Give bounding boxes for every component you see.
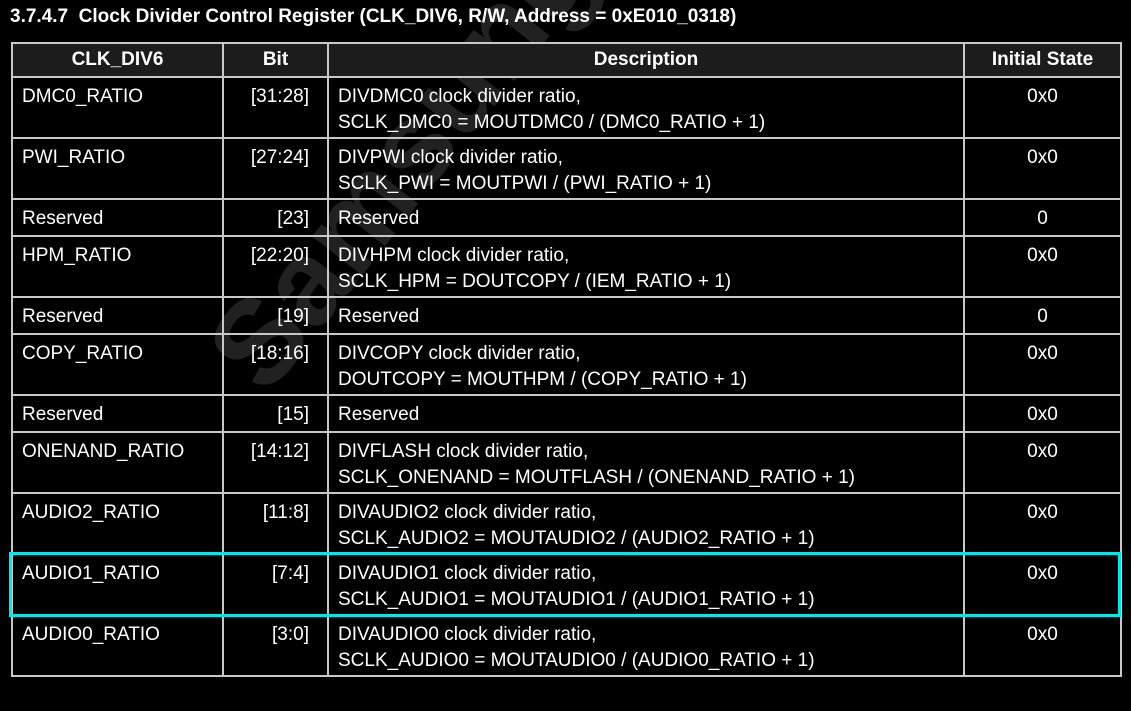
description: DIVDMC0 clock divider ratio, SCLK_DMC0 = …	[327, 76, 965, 139]
bit-range: [27:24]	[222, 137, 329, 200]
description-line-1: DIVFLASH clock divider ratio,	[338, 441, 589, 462]
bit-range: [15]	[222, 394, 329, 433]
field-name: PWI_RATIO	[11, 137, 224, 200]
field-name: DMC0_RATIO	[11, 76, 224, 139]
header-initial-state: Initial State	[963, 42, 1122, 78]
field-name: ONENAND_RATIO	[11, 431, 224, 494]
description-line-1: Reserved	[338, 306, 420, 327]
initial-state: 0x0	[963, 76, 1122, 139]
description: DIVAUDIO1 clock divider ratio, SCLK_AUDIO…	[327, 553, 965, 616]
initial-state: 0x0	[963, 235, 1122, 298]
table-row: AUDIO2_RATIO [11:8] DIVAUDIO2 clock divi…	[11, 492, 1122, 555]
table-row: COPY_RATIO [18:16] DIVCOPY clock divider…	[11, 333, 1122, 396]
bit-range: [14:12]	[222, 431, 329, 494]
table-row: Reserved [15] Reserved 0x0	[11, 394, 1122, 433]
table-row: Reserved [23] Reserved 0	[11, 198, 1122, 237]
table-header: CLK_DIV6 Bit Description Initial State	[11, 42, 1122, 78]
description-line-1: DIVAUDIO1 clock divider ratio,	[338, 563, 597, 584]
description-line-2: SCLK_AUDIO1 = MOUTAUDIO1 / (AUDIO1_RATIO…	[338, 589, 815, 610]
table-row: PWI_RATIO [27:24] DIVPWI clock divider r…	[11, 137, 1122, 200]
bit-range: [3:0]	[222, 614, 329, 677]
table-row: ONENAND_RATIO [14:12] DIVFLASH clock div…	[11, 431, 1122, 494]
bit-range: [18:16]	[222, 333, 329, 396]
description: DIVPWI clock divider ratio, SCLK_PWI = MO…	[327, 137, 965, 200]
description-line-2: SCLK_AUDIO0 = MOUTAUDIO0 / (AUDIO0_RATIO…	[338, 650, 815, 671]
field-name: Reserved	[11, 394, 224, 433]
description-line-1: Reserved	[338, 208, 420, 229]
description-line-1: Reserved	[338, 404, 420, 425]
field-name: Reserved	[11, 296, 224, 335]
initial-state: 0x0	[963, 614, 1122, 677]
field-name: AUDIO1_RATIO	[11, 553, 224, 616]
description: DIVAUDIO0 clock divider ratio, SCLK_AUDIO…	[327, 614, 965, 677]
initial-state: 0	[963, 296, 1122, 335]
description: DIVFLASH clock divider ratio, SCLK_ONENAN…	[327, 431, 965, 494]
bit-range: [19]	[222, 296, 329, 335]
description-line-2: SCLK_AUDIO2 = MOUTAUDIO2 / (AUDIO2_RATIO…	[338, 528, 815, 549]
description-line-2: SCLK_DMC0 = MOUTDMC0 / (DMC0_RATIO + 1)	[338, 112, 766, 133]
description-line-1: DIVDMC0 clock divider ratio,	[338, 86, 581, 107]
description-line-1: DIVPWI clock divider ratio,	[338, 147, 563, 168]
bit-range: [22:20]	[222, 235, 329, 298]
bit-range: [31:28]	[222, 76, 329, 139]
table-row: HPM_RATIO [22:20] DIVHPM clock divider r…	[11, 235, 1122, 298]
table-row: AUDIO1_RATIO [7:4] DIVAUDIO1 clock divid…	[11, 553, 1122, 616]
description: Reserved	[327, 296, 965, 335]
register-table: CLK_DIV6 Bit Description Initial State D…	[11, 42, 1122, 677]
description-line-2: DOUTCOPY = MOUTHPM / (COPY_RATIO + 1)	[338, 369, 747, 390]
field-name: AUDIO0_RATIO	[11, 614, 224, 677]
initial-state: 0x0	[963, 333, 1122, 396]
description: DIVHPM clock divider ratio, SCLK_HPM = DO…	[327, 235, 965, 298]
header-field: CLK_DIV6	[11, 42, 224, 78]
description-line-2: SCLK_ONENAND = MOUTFLASH / (ONENAND_RATI…	[338, 467, 855, 488]
description: Reserved	[327, 394, 965, 433]
initial-state: 0x0	[963, 431, 1122, 494]
description-line-1: DIVAUDIO0 clock divider ratio,	[338, 624, 597, 645]
section-title: 3.7.4.7 Clock Divider Control Register (…	[10, 6, 737, 27]
header-bit: Bit	[222, 42, 329, 78]
description-line-2: SCLK_PWI = MOUTPWI / (PWI_RATIO + 1)	[338, 173, 712, 194]
field-name: HPM_RATIO	[11, 235, 224, 298]
initial-state: 0x0	[963, 553, 1122, 616]
description: DIVAUDIO2 clock divider ratio, SCLK_AUDIO…	[327, 492, 965, 555]
description: Reserved	[327, 198, 965, 237]
initial-state: 0x0	[963, 137, 1122, 200]
bit-range: [7:4]	[222, 553, 329, 616]
field-name: Reserved	[11, 198, 224, 237]
bit-range: [23]	[222, 198, 329, 237]
field-name: AUDIO2_RATIO	[11, 492, 224, 555]
description-line-1: DIVAUDIO2 clock divider ratio,	[338, 502, 597, 523]
table-row: DMC0_RATIO [31:28] DIVDMC0 clock divider…	[11, 76, 1122, 139]
description-line-1: DIVCOPY clock divider ratio,	[338, 343, 581, 364]
table-row: AUDIO0_RATIO [3:0] DIVAUDIO0 clock divid…	[11, 614, 1122, 677]
bit-range: [11:8]	[222, 492, 329, 555]
header-description: Description	[327, 42, 965, 78]
initial-state: 0x0	[963, 394, 1122, 433]
table-row: Reserved [19] Reserved 0	[11, 296, 1122, 335]
field-name: COPY_RATIO	[11, 333, 224, 396]
initial-state: 0x0	[963, 492, 1122, 555]
initial-state: 0	[963, 198, 1122, 237]
description-line-1: DIVHPM clock divider ratio,	[338, 245, 570, 266]
description-line-2: SCLK_HPM = DOUTCOPY / (IEM_RATIO + 1)	[338, 271, 732, 292]
description: DIVCOPY clock divider ratio, DOUTCOPY = M…	[327, 333, 965, 396]
